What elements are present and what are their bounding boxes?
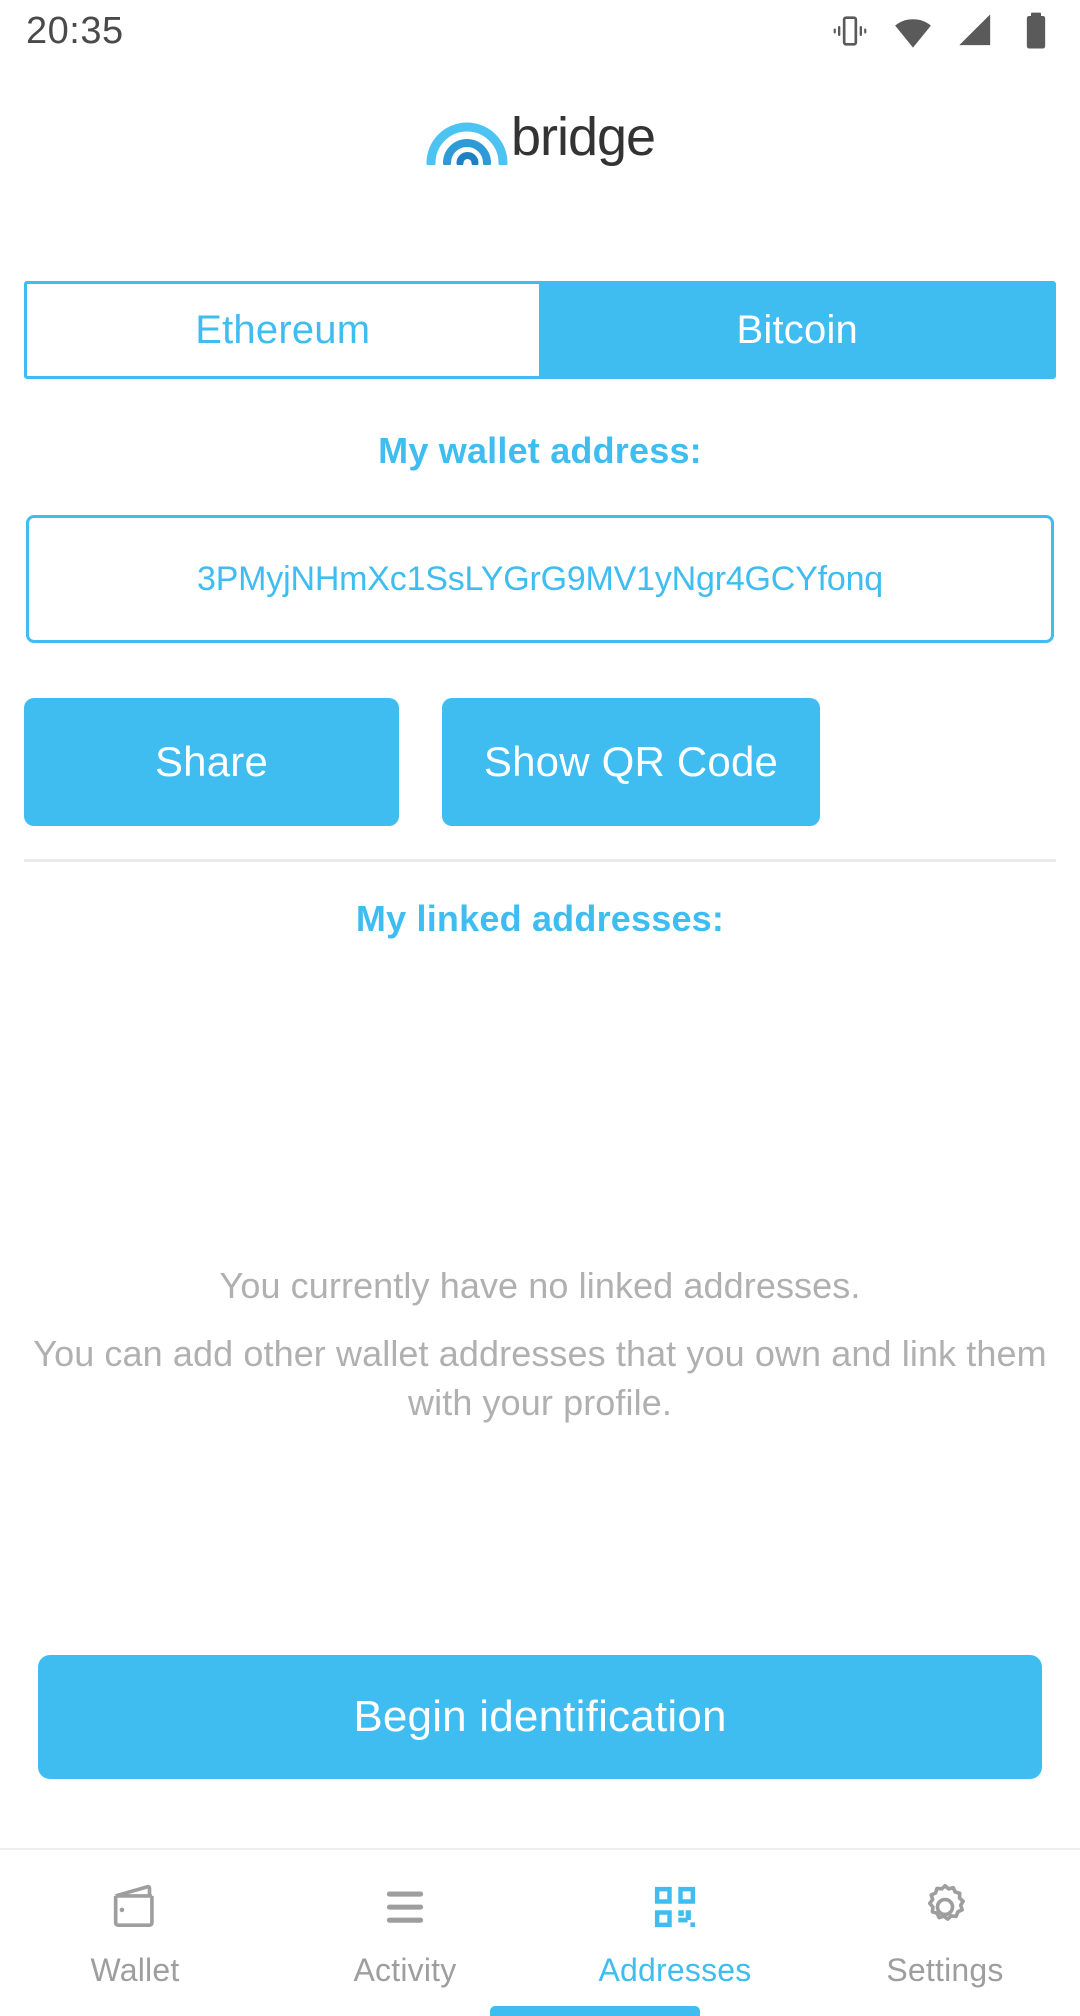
tab-ethereum[interactable]: Ethereum — [27, 284, 539, 376]
nav-item-activity[interactable]: Activity — [270, 1850, 540, 2016]
app-logo: bridge — [0, 100, 1080, 174]
wallet-address-field[interactable]: 3PMyjNHmXc1SsLYGrG9MV1yNgr4GCYfonq — [26, 515, 1054, 643]
status-bar-icons — [830, 10, 1054, 52]
linked-addresses-heading: My linked addresses: — [355, 898, 725, 939]
wifi-icon — [892, 10, 934, 52]
brand-name: bridge — [510, 107, 656, 167]
bridge-arc-logo-icon — [425, 109, 509, 165]
wallet-icon — [106, 1878, 164, 1936]
empty-state-primary-text: You currently have no linked addresses. — [219, 1265, 861, 1306]
tab-bitcoin-label: Bitcoin — [736, 307, 858, 352]
nav-item-activity-label: Activity — [353, 1952, 457, 1988]
show-qr-code-button[interactable]: Show QR Code — [442, 698, 820, 826]
wallet-address-value: 3PMyjNHmXc1SsLYGrG9MV1yNgr4GCYfonq — [197, 559, 883, 598]
gear-icon — [916, 1878, 974, 1936]
nav-item-wallet[interactable]: Wallet — [0, 1850, 270, 2016]
qr-code-icon — [647, 1878, 703, 1936]
status-bar-clock: 20:35 — [26, 9, 124, 52]
home-indicator — [490, 2006, 700, 2016]
wallet-address-heading: My wallet address: — [378, 430, 702, 471]
tab-ethereum-label: Ethereum — [195, 307, 371, 352]
signal-icon — [956, 11, 996, 51]
share-button[interactable]: Share — [24, 698, 399, 826]
nav-item-settings[interactable]: Settings — [810, 1850, 1080, 2016]
tab-bitcoin[interactable]: Bitcoin — [541, 284, 1053, 376]
network-tab-group: Ethereum Bitcoin — [24, 281, 1056, 379]
nav-item-addresses[interactable]: Addresses — [540, 1850, 810, 2016]
vibrate-icon — [830, 11, 870, 51]
app-screen: 20:35 bridge Ethereum Bitcoin My wallet … — [0, 0, 1080, 2016]
empty-state-secondary-text: You can add other wallet addresses that … — [33, 1333, 1047, 1423]
section-divider — [24, 859, 1056, 862]
list-lines-icon — [376, 1878, 434, 1936]
nav-item-addresses-label: Addresses — [598, 1952, 752, 1988]
nav-item-settings-label: Settings — [886, 1952, 1004, 1988]
begin-identification-button[interactable]: Begin identification — [38, 1655, 1042, 1779]
status-bar: 20:35 — [0, 0, 1080, 62]
battery-icon — [1018, 11, 1054, 51]
nav-item-wallet-label: Wallet — [90, 1952, 180, 1988]
bottom-navigation: Wallet Activity Addresses Settings — [0, 1850, 1080, 2016]
